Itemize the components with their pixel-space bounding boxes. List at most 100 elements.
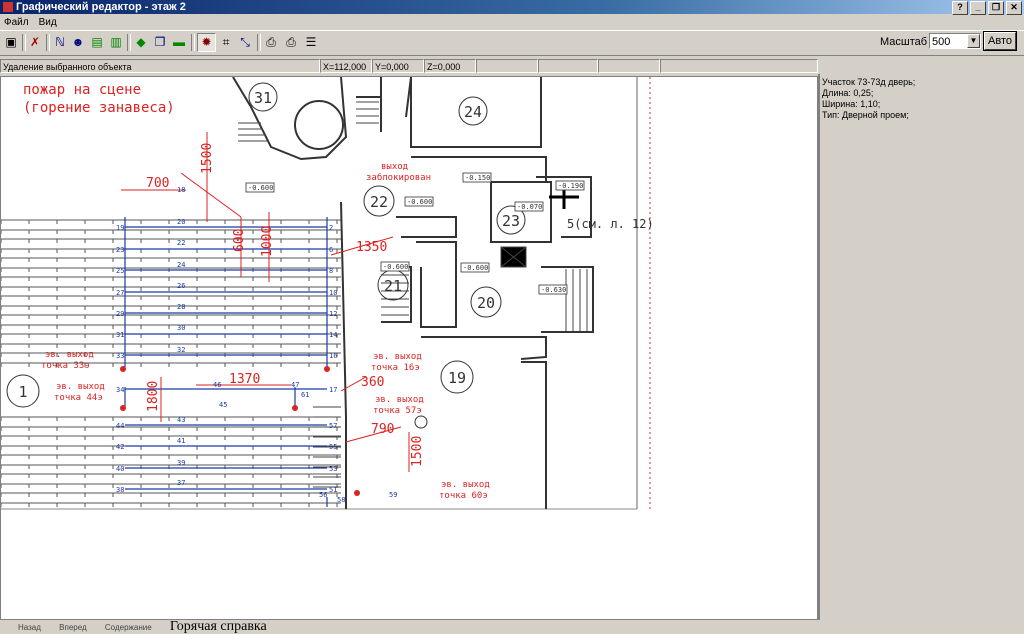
node-number-left: 25 bbox=[116, 267, 124, 275]
properties-icon[interactable]: ⌗ bbox=[218, 34, 234, 50]
node-number-right: 53 bbox=[329, 465, 337, 473]
green-arrow-icon[interactable]: ◆ bbox=[133, 34, 149, 50]
node-number-left: 38 bbox=[116, 486, 124, 494]
title-bar: Графический редактор - этаж 2 ? _ ❐ ✕ bbox=[0, 0, 1024, 15]
node-number-left: 40 bbox=[116, 465, 124, 473]
node-number-mid: 61 bbox=[301, 391, 309, 399]
dim-790: 790 bbox=[371, 422, 394, 437]
node-number-mid: 28 bbox=[177, 303, 185, 311]
node-number-mid: 18 bbox=[177, 186, 185, 194]
node-number-mid: 56 bbox=[319, 491, 327, 499]
level-5: -0.070 bbox=[517, 203, 542, 211]
exit-44-l2: точка 44э bbox=[54, 393, 103, 403]
node-number-right: 14 bbox=[329, 331, 337, 339]
node-number-mid: 59 bbox=[389, 491, 397, 499]
node-number-left: 19 bbox=[116, 224, 124, 232]
room-24: 24 bbox=[464, 103, 482, 121]
node-number-mid: 30 bbox=[177, 324, 185, 332]
drawing-canvas[interactable]: 31 24 22 23 21 20 19 1 5(см. л. 12) пожа… bbox=[0, 76, 818, 620]
node-number-mid: 58 bbox=[337, 496, 345, 504]
status-empty-4 bbox=[660, 59, 818, 73]
node-number-left: 31 bbox=[116, 331, 124, 339]
copy-icon[interactable]: ❐ bbox=[152, 34, 168, 50]
info-line-2: Длина: 0,25; bbox=[822, 88, 874, 98]
node-number-left: 44 bbox=[116, 422, 124, 430]
node-number-left: 33 bbox=[116, 352, 124, 360]
dim-1500-top: 1500 bbox=[200, 143, 215, 174]
info-line-3: Ширина: 1,10; bbox=[822, 99, 881, 109]
node-number-mid: 26 bbox=[177, 282, 185, 290]
exit2-icon[interactable]: ▥ bbox=[108, 34, 124, 50]
dim-700: 700 bbox=[146, 176, 169, 191]
minimize-button[interactable]: _ bbox=[970, 1, 986, 15]
node-number-right: 6 bbox=[329, 246, 333, 254]
level-1: -0.600 bbox=[248, 184, 273, 192]
node-number-right: 10 bbox=[329, 289, 337, 297]
node-number-mid: 47 bbox=[291, 381, 299, 389]
exit-44-l1: эв. выход bbox=[56, 382, 105, 392]
print-preview-icon[interactable]: ⎙ bbox=[263, 34, 279, 50]
menu-file[interactable]: Файл bbox=[4, 17, 29, 28]
dim-1800: 1800 bbox=[146, 381, 161, 412]
fire-label-2: (горение занавеса) bbox=[23, 100, 175, 116]
status-z: Z=0,000 bbox=[424, 59, 476, 73]
save-icon[interactable]: ▣ bbox=[3, 34, 19, 50]
close-button[interactable]: ✕ bbox=[1006, 1, 1022, 15]
status-bar: Удаление выбранного объекта X=112,000 Y=… bbox=[0, 59, 820, 74]
back-link[interactable]: Назад bbox=[18, 623, 41, 632]
dim-600: 600 bbox=[232, 229, 247, 252]
room-1: 1 bbox=[18, 383, 27, 401]
app-icon bbox=[3, 2, 13, 12]
node-number-mid: 20 bbox=[177, 218, 185, 226]
help-title: Горячая справка bbox=[169, 619, 267, 634]
green-bar-icon[interactable]: ▬ bbox=[171, 34, 187, 50]
line-icon[interactable]: ℕ bbox=[52, 34, 68, 50]
route-icon[interactable]: ⤡ bbox=[237, 34, 253, 50]
node-number-right: 55 bbox=[329, 443, 337, 451]
layers-icon[interactable]: ☰ bbox=[303, 34, 319, 50]
delete-icon[interactable]: ✗ bbox=[27, 34, 43, 50]
node-number-mid: 41 bbox=[177, 437, 185, 445]
exit-16-l2: точка 16э bbox=[371, 363, 420, 373]
room-20: 20 bbox=[477, 294, 495, 312]
node-number-mid: 43 bbox=[177, 416, 185, 424]
node-number-mid: 46 bbox=[213, 381, 221, 389]
exit-57-l2: точка 57э bbox=[373, 406, 422, 416]
status-action: Удаление выбранного объекта bbox=[0, 59, 320, 73]
window-title: Графический редактор - этаж 2 bbox=[16, 1, 186, 13]
bug-icon[interactable]: ✹ bbox=[197, 33, 216, 52]
people-icon[interactable]: ☻ bbox=[70, 34, 86, 50]
auto-button[interactable]: Авто bbox=[983, 31, 1017, 51]
node-number-mid: 45 bbox=[219, 401, 227, 409]
node-number-left: 27 bbox=[116, 289, 124, 297]
info-line-1: Участок 73-73д дверь; bbox=[822, 77, 916, 87]
menu-view[interactable]: Вид bbox=[39, 17, 57, 28]
restore-button[interactable]: ❐ bbox=[988, 1, 1004, 15]
dim-1500-bottom: 1500 bbox=[410, 436, 425, 467]
exit-60-l2: точка 60э bbox=[439, 491, 488, 501]
level-2: -0.150 bbox=[465, 174, 490, 182]
exit-16-l1: эв. выход bbox=[373, 352, 422, 362]
level-4: -0.190 bbox=[558, 182, 583, 190]
room-21: 21 bbox=[384, 277, 402, 295]
exit-icon[interactable]: ▤ bbox=[89, 34, 105, 50]
room-31: 31 bbox=[254, 89, 272, 107]
node-number-mid: 22 bbox=[177, 239, 185, 247]
dim-1370: 1370 bbox=[229, 372, 260, 387]
exit-57-l1: эв. выход bbox=[375, 395, 424, 405]
node-number-right: 2 bbox=[329, 224, 333, 232]
node-number-left: 29 bbox=[116, 310, 124, 318]
status-empty-3 bbox=[598, 59, 660, 73]
chevron-down-icon[interactable]: ▼ bbox=[967, 34, 980, 48]
forward-link[interactable]: Вперед bbox=[59, 623, 87, 632]
node-number-right: 51 bbox=[329, 486, 337, 494]
help-button[interactable]: ? bbox=[952, 1, 968, 15]
node-number-right: 17 bbox=[329, 386, 337, 394]
exit-33-l1: эв. выход bbox=[45, 350, 94, 360]
node-number-left: 23 bbox=[116, 246, 124, 254]
node-number-left: 42 bbox=[116, 443, 124, 451]
print-icon[interactable]: ⎙ bbox=[283, 34, 299, 50]
node-number-right: 12 bbox=[329, 310, 337, 318]
contents-link[interactable]: Содержание bbox=[105, 623, 152, 632]
room-19: 19 bbox=[448, 369, 466, 387]
